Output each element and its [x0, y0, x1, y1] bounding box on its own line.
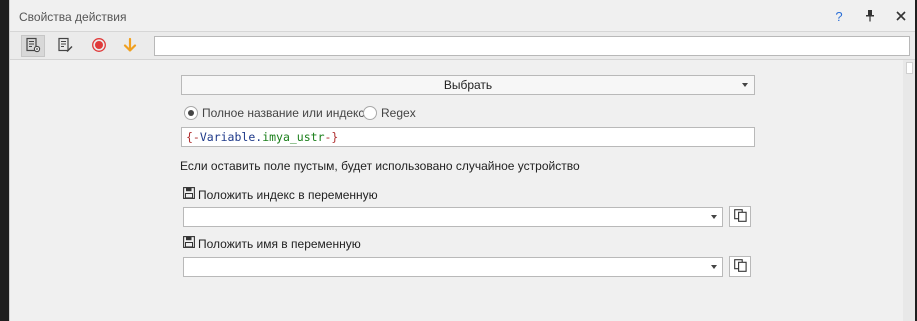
copy-icon [733, 258, 747, 275]
arrow-down-icon [122, 37, 138, 56]
radio-regex[interactable]: Regex [363, 106, 416, 120]
index-variable-label: Положить индекс в переменную [198, 187, 378, 202]
select-device-button[interactable]: Выбрать [181, 75, 755, 95]
record-button[interactable] [87, 35, 111, 57]
help-icon[interactable]: ? [831, 8, 847, 24]
toolbar-search-input[interactable] [154, 36, 910, 56]
chevron-down-icon [711, 215, 717, 219]
save-icon [183, 187, 198, 202]
pin-icon[interactable] [862, 8, 878, 24]
device-name-input[interactable]: {-Variable.imya_ustr-} [181, 127, 755, 147]
index-variable-label-row: Положить индекс в переменную [183, 187, 378, 202]
panel-title: Свойства действия [19, 10, 127, 24]
scrollbar-thumb[interactable] [906, 62, 913, 74]
name-variable-copy-button[interactable] [729, 256, 751, 277]
move-down-button[interactable] [118, 35, 142, 57]
name-variable-combo[interactable] [183, 257, 723, 277]
document-settings-icon [25, 37, 41, 56]
empty-field-hint: Если оставить поле пустым, будет использ… [180, 159, 580, 173]
radio-button-unchecked[interactable] [363, 106, 377, 120]
radio-full-name-label: Полное название или индекс: [202, 106, 368, 120]
index-variable-copy-button[interactable] [729, 206, 751, 227]
document-edit-button[interactable] [53, 35, 77, 57]
select-button-label: Выбрать [443, 78, 493, 92]
panel-titlebar: Свойства действия ? [10, 0, 915, 32]
document-edit-icon [57, 37, 73, 56]
left-dark-strip [0, 0, 9, 321]
save-icon [183, 236, 198, 251]
document-settings-button[interactable] [21, 35, 45, 57]
variable-open-brace: {- [186, 130, 200, 144]
chevron-down-icon [742, 83, 748, 87]
copy-icon [733, 208, 747, 225]
variable-prefix: Variable [199, 130, 256, 144]
vertical-scrollbar[interactable] [903, 60, 915, 321]
chevron-down-icon [711, 265, 717, 269]
toolbar [10, 32, 915, 60]
radio-button-checked[interactable] [184, 106, 198, 120]
variable-close-brace: -} [324, 130, 339, 144]
close-icon[interactable] [893, 8, 909, 24]
radio-full-name[interactable]: Полное название или индекс: [184, 106, 368, 120]
index-variable-combo[interactable] [183, 207, 723, 227]
name-variable-label: Положить имя в переменную [198, 236, 361, 251]
name-variable-label-row: Положить имя в переменную [183, 236, 361, 251]
record-icon [91, 37, 107, 56]
radio-regex-label: Regex [381, 106, 416, 120]
action-properties-panel: Свойства действия ? Выбрать Полное назва… [9, 0, 915, 321]
variable-name: imya_ustr [262, 130, 325, 144]
